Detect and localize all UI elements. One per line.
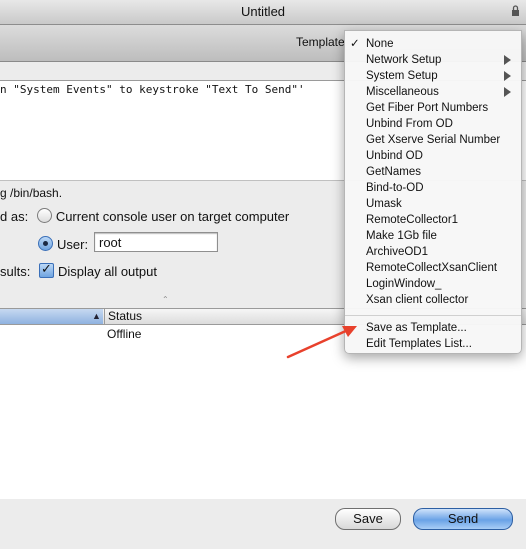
annotation-arrow-icon (286, 326, 357, 359)
